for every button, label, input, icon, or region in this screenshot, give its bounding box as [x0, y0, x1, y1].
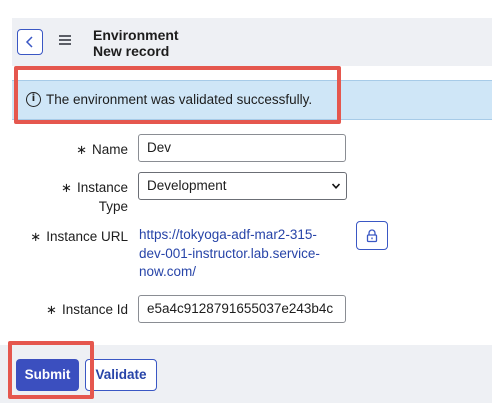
instance-url-link[interactable]: https://tokyoga-adf-mar2-315- dev-001-in… [139, 226, 339, 282]
chevron-left-icon [25, 36, 33, 48]
lock-icon [366, 228, 378, 242]
instance-id-input[interactable]: e5a4c9128791655037e243b4c [138, 295, 346, 323]
form-header: Environment New record [12, 18, 492, 66]
highlight-box-submit [8, 341, 94, 399]
instance-url-label: ∗ Instance URL [30, 229, 128, 245]
name-label: ∗ Name [76, 142, 128, 158]
required-marker: ∗ [46, 303, 57, 318]
instance-type-label: ∗ Instance Type [61, 180, 128, 214]
hamburger-menu-icon[interactable] [59, 35, 71, 47]
required-marker: ∗ [30, 230, 42, 245]
unlock-url-button[interactable] [356, 221, 388, 250]
instance-type-selected: Development [147, 178, 227, 193]
instance-id-label: ∗ Instance Id [46, 302, 128, 318]
validate-button[interactable]: Validate [85, 359, 157, 391]
page-title-sub: New record [93, 43, 170, 59]
page-title: Environment New record [93, 27, 179, 59]
top-strip [0, 0, 492, 14]
highlight-box-banner [14, 66, 341, 124]
chevron-down-icon [332, 183, 340, 189]
instance-type-select[interactable]: Development [138, 172, 347, 200]
back-button[interactable] [17, 29, 43, 55]
name-input[interactable]: Dev [138, 134, 346, 162]
page-title-main: Environment [93, 27, 179, 43]
required-marker: ∗ [61, 181, 72, 196]
required-marker: ∗ [76, 143, 87, 158]
